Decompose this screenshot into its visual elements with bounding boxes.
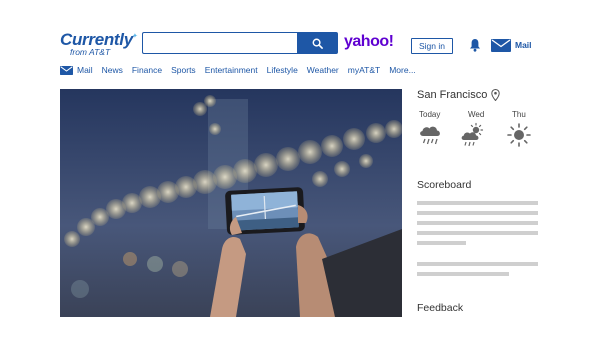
scoreboard-placeholder-line bbox=[417, 211, 538, 215]
search-input[interactable] bbox=[142, 32, 298, 54]
forecast-day-wed: Wed bbox=[468, 110, 485, 119]
scoreboard-placeholder-line bbox=[417, 262, 538, 266]
currently-logo[interactable]: Currently ✦ from AT&T bbox=[60, 30, 138, 60]
feedback-heading[interactable]: Feedback bbox=[417, 302, 463, 314]
logo-spark-icon: ✦ bbox=[132, 33, 138, 40]
hero-image[interactable] bbox=[60, 89, 402, 317]
search-icon bbox=[312, 38, 323, 49]
scoreboard-heading[interactable]: Scoreboard bbox=[417, 179, 471, 191]
city-name: San Francisco bbox=[417, 89, 488, 101]
sun-cloud-rain-icon bbox=[461, 122, 484, 147]
scoreboard-placeholder-line bbox=[417, 231, 538, 235]
rain-cloud-icon bbox=[420, 126, 440, 145]
forecast-day-today: Today bbox=[419, 110, 441, 119]
nav-item-more[interactable]: More... bbox=[389, 65, 415, 75]
main-nav: Mail News Finance Sports Entertainment L… bbox=[60, 63, 425, 77]
nav-label: Mail bbox=[77, 65, 93, 75]
nav-item-myatt[interactable]: myAT&T bbox=[348, 65, 380, 75]
nav-item-weather[interactable]: Weather bbox=[307, 65, 339, 75]
scoreboard-placeholder-line bbox=[417, 241, 466, 245]
bell-icon[interactable] bbox=[469, 38, 481, 52]
nav-item-lifestyle[interactable]: Lifestyle bbox=[267, 65, 298, 75]
nav-item-entertainment[interactable]: Entertainment bbox=[205, 65, 258, 75]
nav-item-sports[interactable]: Sports bbox=[171, 65, 196, 75]
search-button[interactable] bbox=[297, 32, 338, 54]
logo-subtitle: from AT&T bbox=[70, 47, 111, 57]
weather-location[interactable]: San Francisco bbox=[417, 89, 501, 101]
mail-link[interactable]: Mail bbox=[515, 40, 532, 50]
nav-item-finance[interactable]: Finance bbox=[132, 65, 162, 75]
scoreboard-placeholder-line bbox=[417, 201, 538, 205]
location-pin-icon[interactable] bbox=[491, 89, 501, 101]
nav-item-news[interactable]: News bbox=[102, 65, 123, 75]
scoreboard-placeholder-line bbox=[417, 221, 538, 225]
hero-photo bbox=[60, 89, 402, 317]
scoreboard-placeholder-line bbox=[417, 272, 509, 276]
sun-icon bbox=[507, 123, 531, 147]
nav-item-mail[interactable]: Mail bbox=[60, 65, 93, 75]
mail-icon bbox=[60, 65, 73, 75]
forecast-day-thu: Thu bbox=[512, 110, 526, 119]
mail-icon[interactable] bbox=[491, 39, 511, 52]
sign-in-button[interactable]: Sign in bbox=[411, 38, 453, 54]
yahoo-logo[interactable]: yahoo! bbox=[344, 33, 394, 51]
